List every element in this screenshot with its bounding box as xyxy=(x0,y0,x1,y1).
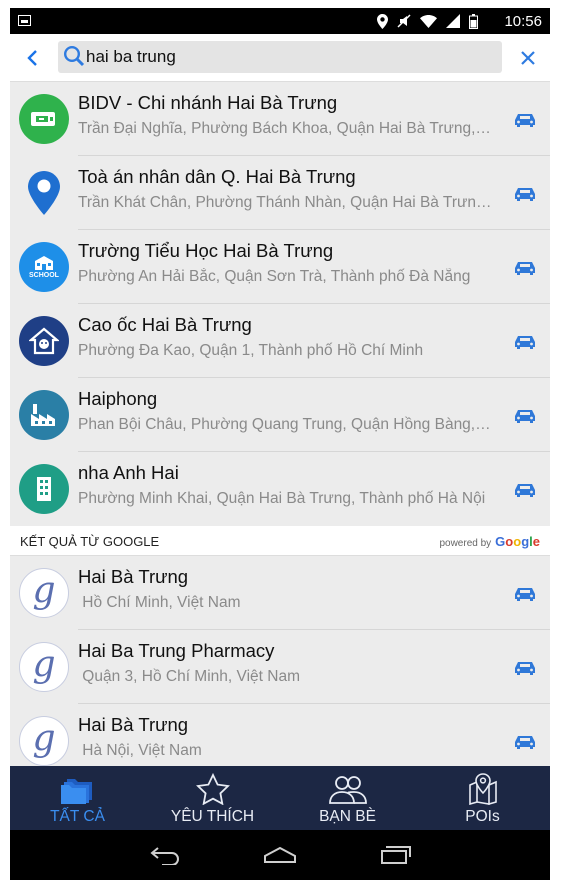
building-icon xyxy=(19,464,69,514)
screenshot-notification-icon xyxy=(18,15,31,26)
map-pin-icon xyxy=(19,168,69,218)
status-icons xyxy=(377,13,478,29)
status-bar: 10:56 xyxy=(10,8,550,34)
result-subtitle: Phường Minh Khai, Quận Hai Bà Trưng, Thà… xyxy=(78,490,486,507)
back-arrow-icon xyxy=(150,847,179,865)
result-title: Hai Ba Trung Pharmacy xyxy=(78,640,275,661)
google-results-header: KẾT QUẢ TỪ GOOGLE powered by Google xyxy=(10,526,550,556)
car-directions-icon[interactable] xyxy=(512,479,538,499)
factory-icon xyxy=(19,390,69,440)
back-button[interactable] xyxy=(20,44,44,72)
school-icon: SCHOOL xyxy=(19,242,69,292)
result-title: Hai Bà Trưng xyxy=(78,566,189,587)
home-icon xyxy=(264,846,296,863)
powered-by-text: powered by xyxy=(439,538,492,549)
battery-icon xyxy=(469,13,478,29)
recents-icon xyxy=(381,846,411,864)
car-directions-icon[interactable] xyxy=(512,331,538,351)
google-logo: Google xyxy=(495,534,540,549)
tab-favorites[interactable]: YÊU THÍCH xyxy=(145,766,280,830)
result-item[interactable]: nha Anh Hai Phường Minh Khai, Quận Hai B… xyxy=(10,452,550,526)
result-title: Cao ốc Hai Bà Trưng xyxy=(78,314,252,335)
tab-label: BẠN BÈ xyxy=(319,808,376,825)
tab-all[interactable]: TẤT CẢ xyxy=(10,766,145,830)
google-result-item[interactable]: g Hai Bà Trưng Hồ Chí Minh, Việt Nam xyxy=(10,556,550,630)
tab-pois[interactable]: POIs xyxy=(415,766,550,830)
result-subtitle: Hà Nội, Việt Nam xyxy=(78,742,202,759)
close-icon xyxy=(521,51,535,65)
car-directions-icon[interactable] xyxy=(512,257,538,277)
search-box[interactable] xyxy=(58,41,502,73)
car-directions-icon[interactable] xyxy=(512,183,538,203)
nav-back-button[interactable] xyxy=(148,842,184,868)
tab-label: TẤT CẢ xyxy=(50,808,105,825)
clock: 10:56 xyxy=(504,13,542,30)
result-title: Hai Bà Trưng xyxy=(78,714,189,735)
result-item[interactable]: Haiphong Phan Bội Châu, Phường Quang Tru… xyxy=(10,378,550,452)
house-icon xyxy=(19,316,69,366)
result-title: BIDV - Chi nhánh Hai Bà Trưng xyxy=(78,92,338,113)
result-title: Trường Tiểu Học Hai Bà Trưng xyxy=(78,240,334,261)
search-bar xyxy=(10,34,550,82)
tab-label: POIs xyxy=(465,808,500,825)
powered-by-google: powered by Google xyxy=(439,534,540,549)
car-directions-icon[interactable] xyxy=(512,405,538,425)
google-place-icon: g xyxy=(19,568,69,618)
chevron-left-icon xyxy=(27,50,37,66)
google-place-icon: g xyxy=(19,716,69,766)
bank-icon xyxy=(19,94,69,144)
result-item[interactable]: Toà án nhân dân Q. Hai Bà Trưng Trần Khá… xyxy=(10,156,550,230)
result-subtitle: Trần Khát Chân, Phường Thánh Nhàn, Quận … xyxy=(78,194,494,211)
nav-recents-button[interactable] xyxy=(378,842,414,868)
bottom-tab-bar: TẤT CẢ YÊU THÍCH BẠN BÈ POIs xyxy=(10,766,550,830)
school-icon-text: SCHOOL xyxy=(29,272,59,279)
signal-icon xyxy=(446,14,460,28)
result-title: Toà án nhân dân Q. Hai Bà Trưng xyxy=(78,166,356,187)
phone-screen: 10:56 BIDV - Chi nhánh Hai Bà Trưng Trần… xyxy=(10,8,550,880)
google-result-item[interactable]: g Hai Bà Trưng Hà Nội, Việt Nam xyxy=(10,704,550,766)
result-title: nha Anh Hai xyxy=(78,462,179,483)
tab-label: YÊU THÍCH xyxy=(170,808,255,825)
search-input[interactable] xyxy=(86,41,486,73)
result-subtitle: Phường An Hải Bắc, Quận Sơn Trà, Thành p… xyxy=(78,268,471,285)
search-icon xyxy=(63,45,85,67)
google-section-label: KẾT QUẢ TỪ GOOGLE xyxy=(20,534,160,549)
mute-icon xyxy=(397,14,411,28)
android-nav-bar xyxy=(10,830,550,880)
stack-icon xyxy=(59,772,97,806)
google-place-icon: g xyxy=(19,642,69,692)
results-list: BIDV - Chi nhánh Hai Bà Trưng Trần Đại N… xyxy=(10,82,550,766)
car-directions-icon[interactable] xyxy=(512,583,538,603)
location-icon xyxy=(377,13,388,29)
tab-friends[interactable]: BẠN BÈ xyxy=(280,766,415,830)
result-item[interactable]: SCHOOL Trường Tiểu Học Hai Bà Trưng Phườ… xyxy=(10,230,550,304)
friends-icon xyxy=(328,772,368,806)
nav-home-button[interactable] xyxy=(262,842,298,868)
result-subtitle: Phan Bội Châu, Phường Quang Trung, Quận … xyxy=(78,416,494,433)
star-icon xyxy=(195,772,230,806)
result-item[interactable]: Cao ốc Hai Bà Trưng Phường Đa Kao, Quận … xyxy=(10,304,550,378)
result-subtitle: Phường Đa Kao, Quận 1, Thành phố Hồ Chí … xyxy=(78,342,424,359)
poi-map-icon xyxy=(468,772,498,806)
car-directions-icon[interactable] xyxy=(512,731,538,751)
wifi-icon xyxy=(420,14,437,28)
google-result-item[interactable]: g Hai Ba Trung Pharmacy Quận 3, Hồ Chí M… xyxy=(10,630,550,704)
result-item[interactable]: BIDV - Chi nhánh Hai Bà Trưng Trần Đại N… xyxy=(10,82,550,156)
clear-search-button[interactable] xyxy=(516,46,540,70)
car-directions-icon[interactable] xyxy=(512,109,538,129)
result-subtitle: Hồ Chí Minh, Việt Nam xyxy=(78,594,241,611)
result-subtitle: Trần Đại Nghĩa, Phường Bách Khoa, Quận H… xyxy=(78,120,494,137)
result-title: Haiphong xyxy=(78,388,158,409)
car-directions-icon[interactable] xyxy=(512,657,538,677)
result-subtitle: Quận 3, Hồ Chí Minh, Việt Nam xyxy=(78,668,300,685)
